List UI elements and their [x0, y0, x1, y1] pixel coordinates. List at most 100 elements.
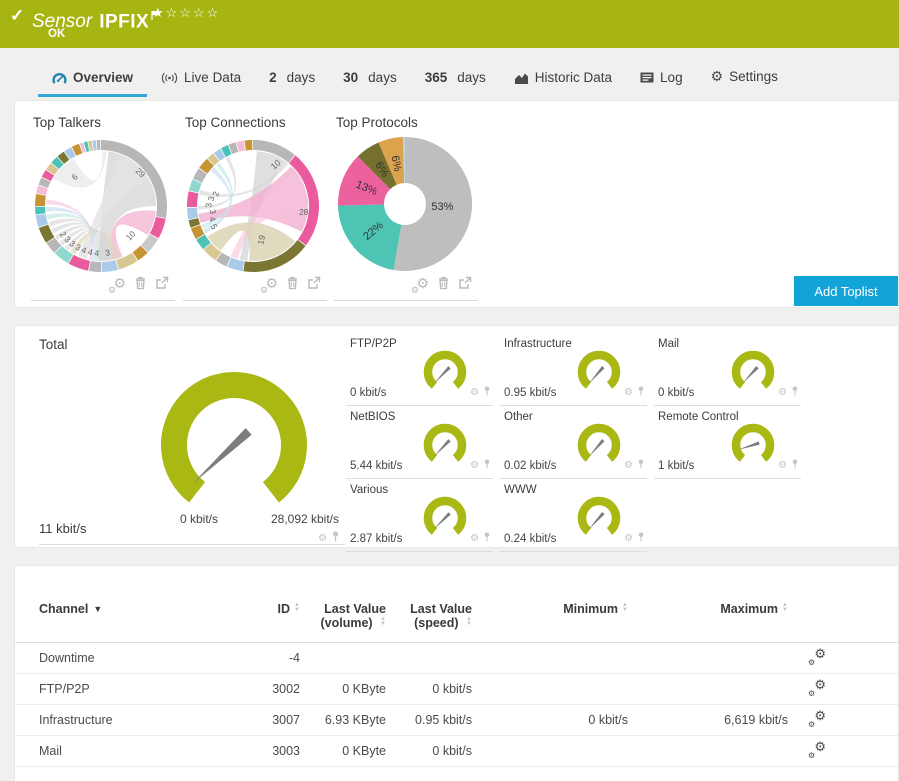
tab-bar: OverviewLive Data2days30days365daysHisto…	[0, 48, 899, 97]
channel-gauge-value: 5.44 kbit/s	[350, 460, 402, 472]
tab-settings[interactable]: ⚙Settings	[697, 60, 792, 94]
tab-log[interactable]: Log	[626, 62, 697, 94]
svg-text:28: 28	[299, 207, 309, 217]
toplist-chart[interactable]: 102819233345	[183, 132, 323, 278]
gear-icon[interactable]: ⚙	[778, 460, 787, 471]
channel-settings-gears-icon[interactable]: ⚙⚙	[808, 711, 874, 729]
column-header-last-value-volume-[interactable]: Last Value(volume) ▲▼	[300, 602, 386, 630]
add-toplist-button[interactable]: Add Toplist	[794, 276, 898, 306]
total-gauge-min: 0 kbit/s	[163, 512, 235, 526]
settings-gears-icon[interactable]: ⚙⚙	[260, 278, 278, 293]
open-external-icon[interactable]	[307, 276, 321, 295]
channel-gauge-label: Other	[504, 411, 533, 423]
channel-gauge-label: Mail	[658, 338, 679, 350]
sensor-name: IPFIX	[99, 11, 149, 32]
column-header-channel[interactable]: Channel▼	[39, 602, 244, 616]
column-header-id[interactable]: ID▲▼	[244, 602, 300, 616]
settings-gears-icon[interactable]: ⚙⚙	[108, 278, 126, 293]
channel-gauge-label: FTP/P2P	[350, 338, 397, 350]
tab-overview[interactable]: Overview	[38, 62, 147, 97]
pin-icon[interactable]	[791, 383, 799, 401]
channel-gauge-actions: ⚙	[778, 383, 799, 401]
gear-icon[interactable]: ⚙	[470, 460, 479, 471]
channel-gauge-actions: ⚙	[470, 383, 491, 401]
table-row[interactable]: Infrastructure 3007 6.93 KByte 0.95 kbit…	[15, 705, 898, 736]
gear-icon[interactable]: ⚙	[624, 387, 633, 398]
cell-last-value-speed: 0 kbit/s	[386, 682, 472, 696]
cell-last-value-volume: 6.93 KByte	[300, 713, 386, 727]
channel-gauge-actions: ⚙	[624, 456, 645, 474]
channel-settings-gears-icon[interactable]: ⚙⚙	[808, 680, 874, 698]
channel-gauge-cell: Infrastructure 0.95 kbit/s ⚙	[500, 334, 647, 406]
table-row[interactable]: Mail 3003 0 KByte 0 kbit/s ⚙⚙	[15, 736, 898, 767]
tab-live-data[interactable]: Live Data	[147, 62, 255, 94]
channel-gauge-actions: ⚙	[470, 529, 491, 547]
channel-settings-gears-icon[interactable]: ⚙⚙	[808, 649, 874, 667]
toplist-chart[interactable]: 53%22%13%6%6%	[334, 132, 474, 278]
cell-channel[interactable]: FTP/P2P	[39, 682, 244, 696]
pin-icon[interactable]	[637, 383, 645, 401]
channel-gauge	[417, 492, 473, 542]
total-gauge-label: Total	[39, 337, 68, 352]
pin-icon[interactable]	[637, 529, 645, 547]
tab-365-days[interactable]: 365days	[411, 62, 500, 94]
star-rating[interactable]: ★☆☆☆☆	[152, 5, 220, 21]
open-external-icon[interactable]	[155, 276, 169, 295]
column-header-last-value-speed-[interactable]: Last Value(speed) ▲▼	[386, 602, 472, 630]
cell-channel[interactable]: Downtime	[39, 651, 244, 665]
settings-gears-icon[interactable]: ⚙⚙	[411, 278, 429, 293]
channel-gauge-label: Various	[350, 484, 388, 496]
toplist-title: Top Talkers	[33, 115, 171, 130]
svg-text:10: 10	[124, 229, 138, 243]
sort-caret-icon: ▼	[93, 604, 102, 614]
channel-gauge	[571, 346, 627, 396]
channel-gauge	[725, 419, 781, 469]
toplist-panel: Top Connections 102819233345 ⚙⚙	[183, 111, 323, 301]
tab-historic-data[interactable]: Historic Data	[500, 62, 626, 94]
total-gauge-value: 11 kbit/s	[39, 521, 86, 536]
tab-30-days[interactable]: 30days	[329, 62, 411, 94]
pin-icon[interactable]	[483, 529, 491, 547]
cell-id: 3003	[244, 744, 300, 758]
gear-icon[interactable]: ⚙	[318, 533, 327, 544]
gear-icon[interactable]: ⚙	[470, 533, 479, 544]
delete-trash-icon[interactable]	[437, 275, 450, 295]
sort-arrows-icon[interactable]: ▲▼	[466, 617, 472, 627]
delete-trash-icon[interactable]	[134, 275, 147, 295]
divider	[31, 300, 175, 301]
cell-channel[interactable]: Infrastructure	[39, 713, 244, 727]
sensor-header: ✓ SensorIPFIX ★☆☆☆☆ OK	[0, 0, 899, 48]
cell-id: 3007	[244, 713, 300, 727]
channel-gauge-label: WWW	[504, 484, 537, 496]
channel-gauge-value: 2.87 kbit/s	[350, 533, 402, 545]
delete-trash-icon[interactable]	[286, 275, 299, 295]
channel-gauge-cell: Various 2.87 kbit/s ⚙	[346, 480, 493, 552]
table-row[interactable]: Downtime -4 ⚙⚙	[15, 643, 898, 674]
gear-icon[interactable]: ⚙	[624, 533, 633, 544]
tab-2-days[interactable]: 2days	[255, 62, 329, 94]
gear-icon[interactable]: ⚙	[624, 460, 633, 471]
pin-icon[interactable]	[483, 383, 491, 401]
channel-gauge	[571, 492, 627, 542]
svg-text:3: 3	[203, 203, 213, 208]
gear-icon[interactable]: ⚙	[470, 387, 479, 398]
cell-channel[interactable]: Mail	[39, 744, 244, 758]
channel-table-header: Channel▼ID▲▼Last Value(volume) ▲▼Last Va…	[15, 566, 898, 643]
divider	[183, 300, 327, 301]
table-row[interactable]: FTP/P2P 3002 0 KByte 0 kbit/s ⚙⚙	[15, 674, 898, 705]
sort-arrows-icon[interactable]: ▲▼	[782, 603, 788, 613]
svg-text:53%: 53%	[431, 201, 453, 213]
gear-icon[interactable]: ⚙	[778, 387, 787, 398]
column-header-minimum[interactable]: Minimum▲▼	[472, 602, 628, 616]
pin-icon[interactable]	[791, 456, 799, 474]
total-gauge-max: 28,092 kbit/s	[259, 512, 351, 526]
toplist-chart[interactable]: 2910623334443	[31, 132, 171, 278]
channel-gauge-value: 0.95 kbit/s	[504, 387, 556, 399]
sensor-status-text: OK	[48, 28, 65, 40]
cell-id: 3002	[244, 682, 300, 696]
pin-icon[interactable]	[637, 456, 645, 474]
pin-icon[interactable]	[483, 456, 491, 474]
channel-settings-gears-icon[interactable]: ⚙⚙	[808, 742, 874, 760]
open-external-icon[interactable]	[458, 276, 472, 295]
column-header-maximum[interactable]: Maximum▲▼	[628, 602, 788, 616]
